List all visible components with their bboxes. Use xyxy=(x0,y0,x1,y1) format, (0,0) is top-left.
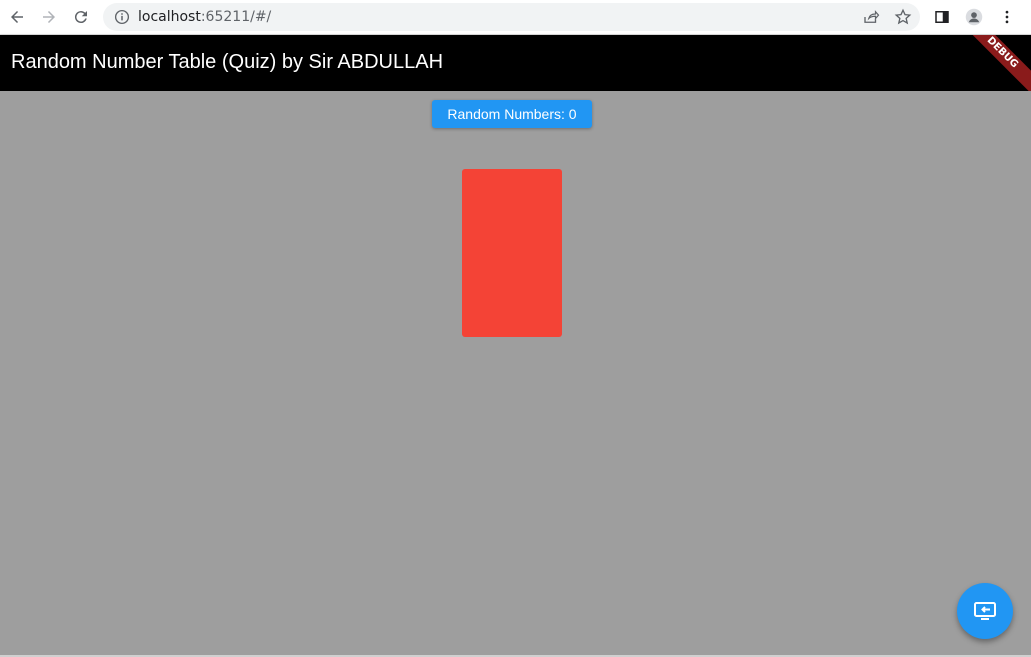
profile-avatar-icon[interactable] xyxy=(962,5,986,29)
floating-action-button[interactable] xyxy=(957,583,1013,639)
more-menu-icon[interactable] xyxy=(995,5,1019,29)
random-numbers-button[interactable]: Random Numbers: 0 xyxy=(432,100,592,128)
site-info-icon[interactable] xyxy=(113,8,131,26)
browser-toolbar: localhost:65211/#/ xyxy=(0,0,1031,35)
app-title: Random Number Table (Quiz) by Sir ABDULL… xyxy=(11,51,444,73)
reload-icon[interactable] xyxy=(69,5,93,29)
url-text: localhost:65211/#/ xyxy=(138,9,271,25)
url-path: :65211/#/ xyxy=(200,9,272,25)
address-bar[interactable]: localhost:65211/#/ xyxy=(103,3,920,31)
side-panel-icon[interactable] xyxy=(930,5,954,29)
screen-share-icon xyxy=(974,602,996,620)
red-box xyxy=(462,169,562,337)
share-icon[interactable] xyxy=(861,8,881,26)
url-host: localhost xyxy=(138,9,201,25)
main-content: Random Numbers: 0 xyxy=(0,91,1031,657)
app-bar: Random Number Table (Quiz) by Sir ABDULL… xyxy=(0,35,1031,91)
back-icon[interactable] xyxy=(5,5,29,29)
bookmark-star-icon[interactable] xyxy=(893,8,913,26)
debug-banner: DEBUG xyxy=(957,35,1031,91)
forward-icon[interactable] xyxy=(37,5,61,29)
